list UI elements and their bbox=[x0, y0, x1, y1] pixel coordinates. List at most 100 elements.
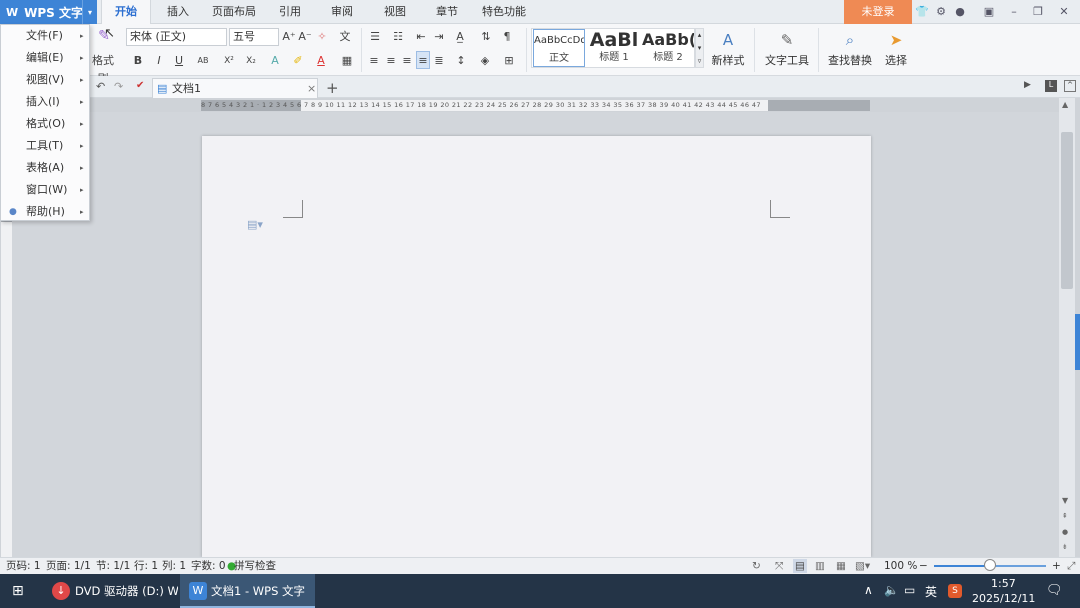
reading-view-icon[interactable]: ▧▾ bbox=[855, 558, 870, 574]
new-tab-button[interactable]: + bbox=[326, 78, 340, 98]
distribute-icon[interactable]: ≣ bbox=[433, 52, 445, 70]
paste-options-icon[interactable]: ▤▾ bbox=[247, 218, 263, 231]
line-spacing-icon[interactable]: ↕ bbox=[454, 52, 468, 70]
zoom-percent[interactable]: 100 % bbox=[884, 558, 917, 574]
scroll-up-icon[interactable]: ▲ bbox=[1062, 100, 1068, 109]
collapse-ribbon-icon[interactable]: ^ bbox=[1064, 80, 1076, 92]
style-heading-1[interactable]: AaBl 标题 1 bbox=[588, 29, 640, 67]
underline-icon[interactable]: U bbox=[172, 52, 186, 70]
style-heading-2[interactable]: AaBb( 标题 2 bbox=[642, 29, 694, 67]
browse-object-icon[interactable]: ● bbox=[1062, 528, 1068, 536]
lock-ribbon-icon[interactable]: L bbox=[1045, 80, 1057, 92]
task-wps-writer[interactable]: W 文档1 - WPS 文字 bbox=[180, 574, 315, 608]
shrink-font-icon[interactable]: A⁻ bbox=[298, 28, 312, 46]
layout-icon[interactable]: ▣ bbox=[982, 5, 996, 19]
tab-references[interactable]: 引用 bbox=[270, 0, 310, 24]
align-right-icon[interactable]: ≡ bbox=[401, 52, 413, 70]
tab-chapter[interactable]: 章节 bbox=[427, 0, 467, 24]
menu-item-insert[interactable]: 插入(I) ▸ bbox=[1, 91, 89, 113]
menu-item-tools[interactable]: 工具(T) ▸ bbox=[1, 135, 89, 157]
sogou-ime-icon[interactable]: S bbox=[948, 584, 962, 598]
page-view-icon[interactable]: ▤ bbox=[793, 559, 807, 573]
menu-item-format[interactable]: 格式(O) ▸ bbox=[1, 113, 89, 135]
font-size-select[interactable]: 五号 bbox=[229, 28, 279, 46]
minimize-icon[interactable]: – bbox=[1007, 5, 1021, 19]
tab-view[interactable]: 视图 bbox=[375, 0, 415, 24]
task-dvd-drive[interactable]: ↓ DVD 驱动器 (D:) W... bbox=[48, 574, 178, 608]
pin-icon[interactable]: ✔ bbox=[136, 80, 148, 94]
increase-indent-icon[interactable]: ⇥ bbox=[432, 28, 446, 46]
wps-app-menu-button[interactable]: W WPS 文字 ▾ bbox=[0, 0, 97, 24]
status-section[interactable]: 节: 1/1 bbox=[96, 558, 130, 574]
prev-page-icon[interactable]: ⇞ bbox=[1062, 512, 1068, 520]
undo-icon[interactable]: ↶ bbox=[96, 80, 108, 94]
network-icon[interactable]: ▭ bbox=[904, 583, 915, 597]
status-column[interactable]: 列: 1 bbox=[162, 558, 186, 574]
notification-icon[interactable]: 🗨 bbox=[1046, 583, 1063, 598]
scrollbar-thumb[interactable] bbox=[1061, 132, 1073, 289]
tab-insert[interactable]: 插入 bbox=[158, 0, 198, 24]
decrease-indent-icon[interactable]: ⇤ bbox=[414, 28, 428, 46]
expand-icon[interactable]: ⤢ bbox=[1067, 558, 1075, 574]
outline-view-icon[interactable]: ▥ bbox=[815, 558, 825, 574]
windows-start-icon[interactable]: ⊞ bbox=[12, 583, 28, 599]
status-pages[interactable]: 页面: 1/1 bbox=[46, 558, 91, 574]
style-normal[interactable]: AaBbCcDd 正文 bbox=[533, 29, 585, 67]
sort-icon[interactable]: ⇅ bbox=[479, 28, 493, 46]
menu-item-table[interactable]: 表格(A) ▸ bbox=[1, 157, 89, 179]
status-word-count[interactable]: 字数: 0 bbox=[191, 558, 226, 574]
grow-font-icon[interactable]: A⁺ bbox=[282, 28, 296, 46]
restore-icon[interactable]: ❐ bbox=[1031, 5, 1045, 19]
side-panel-toggle[interactable] bbox=[1075, 314, 1080, 370]
format-painter-label[interactable]: 格式刷 bbox=[88, 52, 118, 85]
volume-icon[interactable]: 🔈 bbox=[884, 583, 899, 597]
italic-icon[interactable]: I bbox=[152, 52, 166, 70]
menu-item-window[interactable]: 窗口(W) ▸ bbox=[1, 179, 89, 201]
justify-icon[interactable]: ≡ bbox=[416, 51, 430, 69]
next-page-icon[interactable]: ⇟ bbox=[1062, 543, 1068, 551]
select-button[interactable]: ➤ 选择 bbox=[879, 28, 913, 72]
strikethrough-icon[interactable]: AB bbox=[195, 52, 211, 70]
ime-indicator[interactable]: 英 bbox=[925, 583, 937, 600]
borders-icon[interactable]: ⊞ bbox=[502, 52, 516, 70]
tab-page-layout[interactable]: 页面布局 bbox=[206, 0, 262, 24]
style-gallery-scroll[interactable]: ▴ ▾ ▿ bbox=[695, 28, 704, 68]
superscript-icon[interactable]: X² bbox=[222, 52, 236, 70]
clear-format-icon[interactable]: ✧ bbox=[315, 28, 329, 46]
zoom-out-button[interactable]: − bbox=[919, 558, 928, 574]
scroll-down-icon[interactable]: ▼ bbox=[1062, 496, 1068, 505]
close-tab-icon[interactable]: × bbox=[307, 79, 316, 98]
align-center-icon[interactable]: ≡ bbox=[385, 52, 397, 70]
login-button[interactable]: 未登录 bbox=[844, 0, 912, 24]
settings-icon[interactable]: ⚙ bbox=[934, 5, 948, 19]
tray-expand-icon[interactable]: ∧ bbox=[864, 583, 873, 597]
char-border-icon[interactable]: ▦ bbox=[340, 52, 354, 70]
web-view-icon[interactable]: ▦ bbox=[836, 558, 846, 574]
fullscreen-icon[interactable]: ⤧ bbox=[775, 558, 783, 574]
status-page-number[interactable]: 页码: 1 bbox=[6, 558, 41, 574]
new-style-button[interactable]: A 新样式 bbox=[707, 28, 749, 72]
zoom-in-button[interactable]: + bbox=[1052, 558, 1061, 574]
align-left-icon[interactable]: ≡ bbox=[368, 52, 380, 70]
text-effect-icon[interactable]: A bbox=[268, 52, 282, 70]
status-spell-check[interactable]: 拼写检查 bbox=[234, 558, 276, 574]
tab-review[interactable]: 审阅 bbox=[322, 0, 362, 24]
font-color-icon[interactable]: A bbox=[314, 52, 328, 70]
close-icon[interactable]: ✕ bbox=[1057, 5, 1071, 19]
text-tools-button[interactable]: ✎ 文字工具 bbox=[760, 28, 814, 72]
help-icon[interactable]: ● bbox=[953, 5, 967, 19]
chevron-down-icon[interactable]: ▾ bbox=[82, 0, 97, 24]
bullet-list-icon[interactable]: ☰ bbox=[367, 28, 383, 46]
document-tab[interactable]: ▤ 文档1 × bbox=[152, 78, 318, 98]
horizontal-ruler[interactable]: 8 7 6 5 4 3 2 1 · 1 2 3 4 5 6 7 8 9 10 1… bbox=[201, 100, 870, 111]
show-marks-icon[interactable]: ¶ bbox=[500, 28, 514, 46]
highlight-icon[interactable]: ✐ bbox=[291, 52, 305, 70]
zoom-slider-thumb[interactable] bbox=[984, 559, 996, 571]
document-page[interactable]: ▤▾ bbox=[202, 136, 871, 557]
numbered-list-icon[interactable]: ☷ bbox=[390, 28, 406, 46]
chinese-layout-icon[interactable]: A̲ bbox=[452, 28, 468, 46]
revision-icon[interactable]: ↻ bbox=[752, 558, 761, 574]
bold-icon[interactable]: B bbox=[131, 52, 145, 70]
menu-item-edit[interactable]: 编辑(E) ▸ bbox=[1, 47, 89, 69]
clock-date[interactable]: 2025/12/11 bbox=[972, 592, 1035, 605]
